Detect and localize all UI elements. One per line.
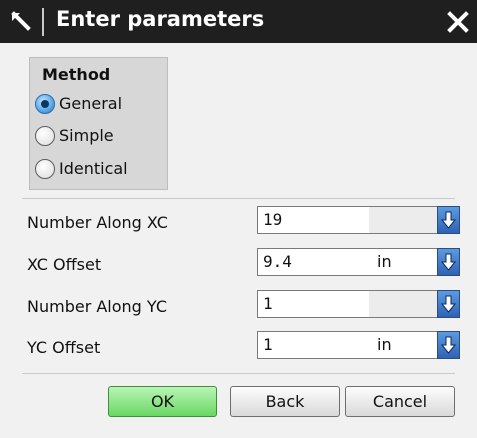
ok-button[interactable]: OK xyxy=(108,386,217,417)
dialog-title: Enter parameters xyxy=(56,7,265,31)
number-along-xc-label: Number Along XC xyxy=(27,213,168,232)
radio-unselected-icon[interactable] xyxy=(35,159,55,179)
xc-offset-input[interactable]: 9.4 xyxy=(257,248,369,276)
down-arrow-icon xyxy=(440,253,457,271)
radio-general-label: General xyxy=(59,94,123,113)
radio-selected-icon[interactable] xyxy=(35,94,55,114)
radio-identical-label: Identical xyxy=(59,159,128,178)
title-bar: Enter parameters xyxy=(0,0,477,43)
yc-offset-input[interactable]: 1 xyxy=(257,331,369,359)
yc-offset-dropdown[interactable] xyxy=(437,331,460,359)
xc-offset-dropdown[interactable] xyxy=(437,248,460,276)
method-title: Method xyxy=(42,65,111,84)
separator xyxy=(22,198,455,199)
radio-simple[interactable]: Simple xyxy=(35,125,165,149)
number-along-xc-dropdown[interactable] xyxy=(437,206,460,234)
down-arrow-icon xyxy=(440,211,457,229)
method-group: Method General Simple Identical xyxy=(29,57,168,190)
xc-offset-label: XC Offset xyxy=(27,255,102,274)
number-along-yc-unit xyxy=(369,290,437,318)
pin-icon[interactable] xyxy=(8,10,34,34)
radio-identical[interactable]: Identical xyxy=(35,158,165,182)
close-icon[interactable] xyxy=(446,10,470,34)
back-button[interactable]: Back xyxy=(230,386,340,417)
cancel-button[interactable]: Cancel xyxy=(345,386,455,417)
enter-parameters-dialog: Enter parameters Method General Simple I… xyxy=(0,0,477,438)
number-along-xc-input[interactable]: 19 xyxy=(257,206,369,234)
number-along-yc-dropdown[interactable] xyxy=(437,290,460,318)
number-along-yc-input[interactable]: 1 xyxy=(257,290,369,318)
radio-general[interactable]: General xyxy=(35,93,165,117)
radio-unselected-icon[interactable] xyxy=(35,126,55,146)
down-arrow-icon xyxy=(440,295,457,313)
number-along-yc-label: Number Along YC xyxy=(27,297,167,316)
number-along-xc-unit xyxy=(369,206,437,234)
radio-dot xyxy=(41,100,49,108)
down-arrow-icon xyxy=(440,336,457,354)
radio-simple-label: Simple xyxy=(59,126,114,145)
yc-offset-label: YC Offset xyxy=(27,338,101,357)
title-separator xyxy=(42,8,44,36)
separator xyxy=(22,373,455,374)
yc-offset-unit: in xyxy=(369,331,437,359)
xc-offset-unit: in xyxy=(369,248,437,276)
